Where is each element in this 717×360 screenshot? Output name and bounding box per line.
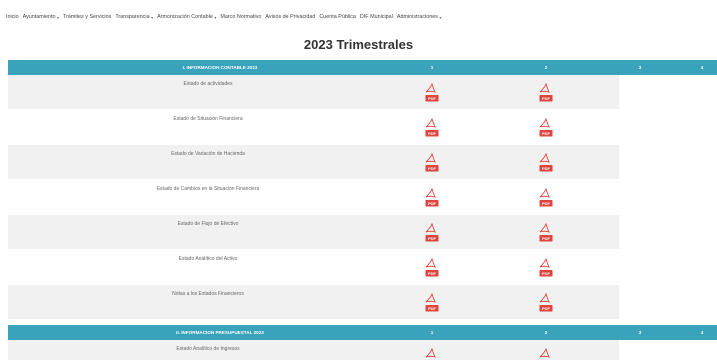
pdf-file-icon[interactable]: PDF <box>425 293 439 313</box>
chevron-down-icon: ▾ <box>439 14 442 20</box>
section-header-band: II. INFORMACION PRESUPUESTAL 2023 1 2 3 4 <box>8 325 717 340</box>
pdf-file-icon[interactable]: PDF <box>425 118 439 138</box>
svg-text:PDF: PDF <box>428 306 437 311</box>
svg-text:PDF: PDF <box>542 271 551 276</box>
document-label: Notas a los Estados Financieros <box>172 291 244 297</box>
svg-text:PDF: PDF <box>428 201 437 206</box>
pdf-file-icon[interactable]: PDF <box>539 223 553 243</box>
svg-text:PDF: PDF <box>428 131 437 136</box>
nav-item-tramites-y-servicios[interactable]: Trámites y Servicios <box>63 14 111 20</box>
quarter-column-header: 1 <box>430 330 434 335</box>
quarter-column-header: 2 <box>544 65 548 70</box>
table-row: Estado Analítico de Ingresos PDF PDF <box>8 340 619 360</box>
nav-item-transparencia[interactable]: Transparencia ▾ <box>115 14 153 20</box>
nav-item-inicio[interactable]: Inicio <box>6 14 19 20</box>
nav-item-label: Cuenta Pública <box>319 14 356 20</box>
nav-item-label: Marco Normativo <box>220 14 262 20</box>
nav-item-administraciones[interactable]: Administraciones ▾ <box>397 14 442 20</box>
nav-item-label: Inicio <box>6 14 19 20</box>
nav-item-label: Avisos de Privacidad <box>265 14 316 20</box>
quarter-column-header: 4 <box>700 65 704 70</box>
quarter-column-header: 2 <box>544 330 548 335</box>
table-row: Estado de Situación Financiera PDF PDF <box>8 110 619 144</box>
pdf-file-icon[interactable]: PDF <box>425 153 439 173</box>
svg-text:PDF: PDF <box>428 166 437 171</box>
document-label: Estado de actividades <box>183 81 233 87</box>
nav-item-dif-municipal[interactable]: DIF Municipal <box>360 14 393 20</box>
nav-item-avisos-de-privacidad[interactable]: Avisos de Privacidad <box>265 14 315 20</box>
quarter-column-header: 3 <box>638 330 642 335</box>
nav-item-cuenta-publica[interactable]: Cuenta Pública <box>319 14 356 20</box>
pdf-file-icon[interactable]: PDF <box>425 188 439 208</box>
table-row: Estado de actividades PDF PDF <box>8 75 619 109</box>
svg-text:PDF: PDF <box>542 236 551 241</box>
pdf-file-icon[interactable]: PDF <box>539 293 553 313</box>
table-row: Estado de Cambios en la Situación Financ… <box>8 180 619 214</box>
table-row: Notas a los Estados Financieros PDF PDF <box>8 285 619 319</box>
pdf-file-icon[interactable]: PDF <box>425 258 439 278</box>
document-label: Estado de Cambios en la Situación Financ… <box>156 186 260 192</box>
pdf-file-icon[interactable]: PDF <box>539 348 553 360</box>
document-label: Estado de Situación Financiera <box>173 116 243 122</box>
document-label: Estado Analítico del Activo <box>178 256 238 262</box>
quarter-column-header: 1 <box>430 65 434 70</box>
pdf-file-icon[interactable]: PDF <box>425 348 439 360</box>
nav-item-label: Administraciones <box>396 14 438 20</box>
pdf-file-icon[interactable]: PDF <box>539 83 553 103</box>
pdf-file-icon[interactable]: PDF <box>425 223 439 243</box>
svg-text:PDF: PDF <box>542 201 551 206</box>
nav-item-label: Armonización Contable <box>157 14 213 20</box>
pdf-file-icon[interactable]: PDF <box>425 83 439 103</box>
nav-item-marco-normativo[interactable]: Marco Normativo <box>220 14 261 20</box>
nav-item-armonizacion-contable[interactable]: Armonización Contable ▾ <box>157 14 216 20</box>
nav-item-label: Trámites y Servicios <box>62 14 112 20</box>
top-navigation: Inicio Ayuntamiento ▾ Trámites y Servicios T… <box>0 0 717 34</box>
svg-text:PDF: PDF <box>542 131 551 136</box>
section-header-band: I. INFORMACION CONTABLE 2023 1 2 3 4 <box>8 60 717 75</box>
pdf-file-icon[interactable]: PDF <box>539 153 553 173</box>
document-label: Estado de Variación de Hacienda <box>171 151 245 157</box>
chevron-down-icon: ▾ <box>56 14 59 20</box>
pdf-file-icon[interactable]: PDF <box>539 188 553 208</box>
section-title: II. INFORMACION PRESUPUESTAL 2023 <box>176 330 264 335</box>
table-row: Estado Analítico del Activo PDF PDF <box>8 250 619 284</box>
chevron-down-icon: ▾ <box>214 14 217 20</box>
table-row: Estado de Flujo de Efectivo PDF PDF <box>8 215 619 249</box>
table-row: Estado de Variación de Hacienda PDF PDF <box>8 145 619 179</box>
svg-text:PDF: PDF <box>542 96 551 101</box>
pdf-file-icon[interactable]: PDF <box>539 118 553 138</box>
document-label: Estado de Flujo de Efectivo <box>177 221 239 227</box>
quarter-column-header: 3 <box>638 65 642 70</box>
quarter-column-header: 4 <box>700 330 704 335</box>
svg-text:PDF: PDF <box>542 166 551 171</box>
pdf-file-icon[interactable]: PDF <box>539 258 553 278</box>
nav-item-label: Ayuntamiento <box>22 14 56 20</box>
section-title: I. INFORMACION CONTABLE 2023 <box>182 65 258 70</box>
svg-text:PDF: PDF <box>428 236 437 241</box>
nav-item-label: Transparencia <box>115 14 150 20</box>
svg-text:PDF: PDF <box>428 271 437 276</box>
nav-item-label: DIF Municipal <box>359 14 393 20</box>
svg-text:PDF: PDF <box>542 306 551 311</box>
nav-item-ayuntamiento[interactable]: Ayuntamiento ▾ <box>23 14 59 20</box>
chevron-down-icon: ▾ <box>151 14 154 20</box>
page-title: 2023 Trimestrales <box>303 37 414 52</box>
svg-text:PDF: PDF <box>428 96 437 101</box>
document-label: Estado Analítico de Ingresos <box>176 346 240 352</box>
